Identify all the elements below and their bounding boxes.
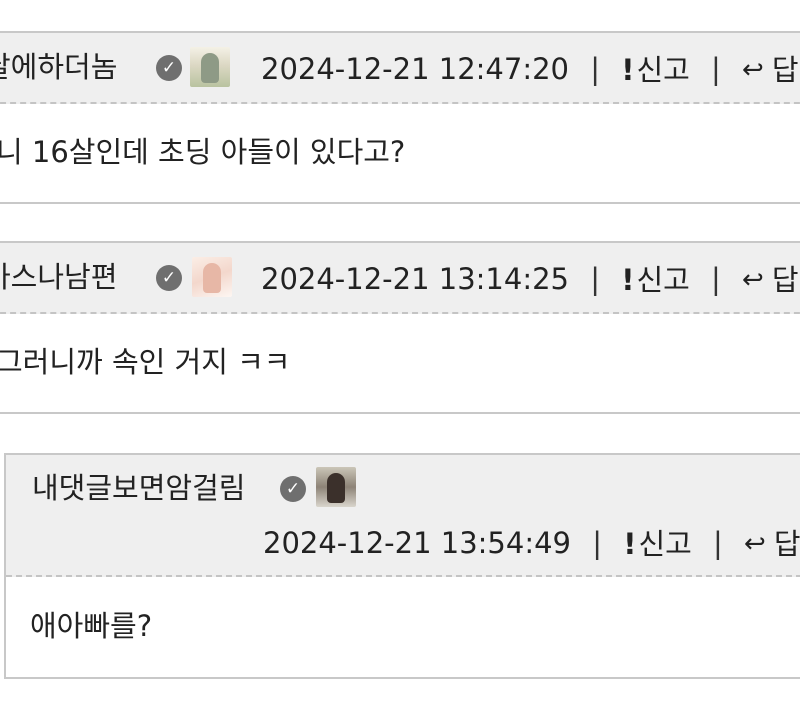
- comment-body: 애아빠를?: [30, 609, 153, 643]
- exclamation-icon: !: [621, 53, 635, 87]
- report-label: 신고: [636, 53, 690, 87]
- report-label: 신고: [636, 263, 690, 297]
- comment-nickname[interactable]: 아스나남편: [0, 260, 117, 294]
- verified-check-icon: ✓: [156, 55, 182, 81]
- reply-label: 답: [771, 53, 799, 87]
- user-avatar-image[interactable]: [316, 467, 356, 507]
- comment-body: 니 16살인데 초딩 아들이 있다고?: [0, 135, 406, 169]
- user-avatar-image[interactable]: [192, 257, 232, 297]
- exclamation-icon: !: [623, 527, 637, 561]
- comment-item: 아스나남편 ✓ 2024-12-21 13:14:25 | !신고 | ↩답 그…: [0, 241, 800, 414]
- report-label: 신고: [638, 527, 692, 561]
- report-button[interactable]: !신고: [621, 51, 690, 87]
- comment-header: 아스나남편 ✓ 2024-12-21 13:14:25 | !신고 | ↩답: [0, 243, 800, 314]
- comment-body: 그러니까 속인 거지 ㅋㅋ: [0, 345, 291, 379]
- user-avatar-image[interactable]: [190, 47, 230, 87]
- reply-comment-item: 내댓글보면암걸림 ✓ 2024-12-21 13:54:49 | !신고 | ↩…: [4, 453, 800, 679]
- meta-separator: |: [711, 262, 721, 296]
- comment-timestamp: 2024-12-21 13:54:49: [263, 526, 571, 560]
- reply-label: 답: [771, 263, 799, 297]
- comment-meta: 2024-12-21 13:14:25 | !신고 | ↩ 답: [261, 260, 800, 297]
- reply-arrow-icon: ↩: [744, 529, 766, 559]
- report-button[interactable]: !신고: [623, 525, 692, 561]
- reply-arrow-icon: ↩: [742, 55, 764, 85]
- comment-meta: 2024-12-21 13:54:49 | !신고 | ↩ 답: [263, 524, 800, 561]
- comment-nickname[interactable]: 내댓글보면암걸림: [32, 471, 245, 505]
- verified-check-icon: ✓: [156, 265, 182, 291]
- reply-button[interactable]: ↩ 답: [742, 51, 798, 87]
- meta-separator: |: [713, 526, 723, 560]
- reply-arrow-icon: ↩: [742, 265, 764, 295]
- reply-button[interactable]: ↩ 답: [742, 261, 798, 297]
- comment-timestamp: 2024-12-21 12:47:20: [261, 52, 569, 86]
- meta-separator: |: [711, 52, 721, 86]
- comment-meta: 2024-12-21 12:47:20 | !신고 | ↩ 답: [261, 50, 800, 87]
- comment-timestamp: 2024-12-21 13:14:25: [261, 262, 569, 296]
- meta-separator: |: [592, 526, 602, 560]
- reply-label: 답: [773, 527, 800, 561]
- exclamation-icon: !: [621, 263, 635, 297]
- meta-separator: |: [590, 52, 600, 86]
- comment-header: 날에하더놈 ✓ 2024-12-21 12:47:20 | !신고 | ↩답: [0, 33, 800, 104]
- reply-button[interactable]: ↩ 답: [744, 525, 800, 561]
- report-button[interactable]: !신고: [621, 261, 690, 297]
- verified-check-icon: ✓: [280, 476, 306, 502]
- meta-separator: |: [590, 262, 600, 296]
- comment-header: 내댓글보면암걸림 ✓ 2024-12-21 13:54:49 | !신고 | ↩…: [6, 455, 800, 577]
- comment-nickname[interactable]: 날에하더놈: [0, 50, 117, 84]
- comment-item: 날에하더놈 ✓ 2024-12-21 12:47:20 | !신고 | ↩답 니…: [0, 31, 800, 204]
